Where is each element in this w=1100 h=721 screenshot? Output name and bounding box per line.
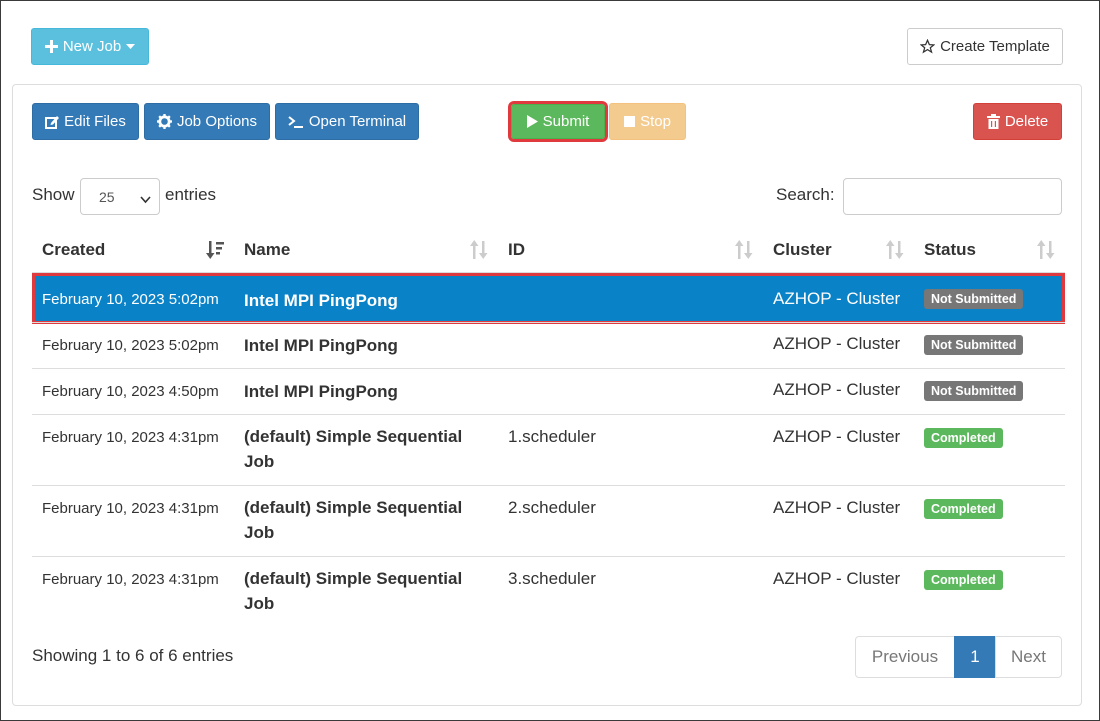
cell-cluster: AZHOP - Cluster xyxy=(773,498,901,517)
stop-label: Stop xyxy=(640,113,671,130)
cell-id: 3.scheduler xyxy=(508,569,596,588)
column-header-status[interactable]: Status xyxy=(924,240,976,260)
new-job-button[interactable]: New Job xyxy=(31,28,149,65)
previous-page-button[interactable]: Previous xyxy=(855,636,955,678)
status-badge: Not Submitted xyxy=(924,381,1024,401)
star-icon xyxy=(920,39,936,54)
cell-status: Not Submitted xyxy=(924,289,1024,309)
table-row[interactable]: February 10, 2023 4:50pm Intel MPI PingP… xyxy=(32,368,1065,414)
column-header-name[interactable]: Name xyxy=(244,240,290,260)
search-input[interactable] xyxy=(843,178,1062,215)
create-template-label: Create Template xyxy=(940,38,1050,55)
chevron-down-icon xyxy=(140,191,151,207)
cell-created: February 10, 2023 4:50pm xyxy=(42,383,219,400)
search-label: Search: xyxy=(776,185,835,204)
gear-icon xyxy=(156,114,172,129)
entries-select[interactable]: 25 xyxy=(80,178,160,215)
cell-status: Completed xyxy=(924,570,1003,590)
entries-select-value: 25 xyxy=(99,188,115,205)
play-icon xyxy=(526,115,538,128)
sort-icon[interactable] xyxy=(886,240,904,265)
next-label: Next xyxy=(1011,647,1046,666)
trash-icon xyxy=(986,114,1000,129)
table-info: Showing 1 to 6 of 6 entries xyxy=(32,646,234,665)
table-row[interactable]: February 10, 2023 4:31pm (default) Simpl… xyxy=(32,485,1065,556)
status-badge: Completed xyxy=(924,570,1003,590)
open-terminal-label: Open Terminal xyxy=(308,113,407,130)
edit-icon xyxy=(45,115,60,129)
cell-created: February 10, 2023 4:31pm xyxy=(42,429,219,446)
cell-cluster: AZHOP - Cluster xyxy=(773,569,901,588)
edit-files-button[interactable]: Edit Files xyxy=(32,103,139,140)
status-badge: Completed xyxy=(924,499,1003,519)
table-row[interactable]: February 10, 2023 4:31pm (default) Simpl… xyxy=(32,414,1065,485)
status-badge: Not Submitted xyxy=(924,335,1024,355)
plus-icon xyxy=(44,40,58,53)
create-template-button[interactable]: Create Template xyxy=(907,28,1063,65)
cell-id: 1.scheduler xyxy=(508,427,596,446)
stop-icon xyxy=(624,116,636,127)
cell-created: February 10, 2023 5:02pm xyxy=(42,337,219,354)
sort-icon[interactable] xyxy=(1037,240,1055,265)
cell-name: Intel MPI PingPong xyxy=(244,336,398,355)
column-header-cluster[interactable]: Cluster xyxy=(773,240,832,260)
table-row[interactable]: February 10, 2023 4:31pm (default) Simpl… xyxy=(32,556,1065,627)
cell-cluster: AZHOP - Cluster xyxy=(773,380,901,399)
page-1-button[interactable]: 1 xyxy=(954,636,996,678)
cell-name: (default) Simple Sequential Job xyxy=(244,427,463,471)
cell-cluster: AZHOP - Cluster xyxy=(773,427,901,446)
cell-name: Intel MPI PingPong xyxy=(244,382,398,401)
cell-name: (default) Simple Sequential Job xyxy=(244,498,463,542)
table-row[interactable]: February 10, 2023 5:02pm Intel MPI PingP… xyxy=(32,322,1065,368)
next-page-button[interactable]: Next xyxy=(995,636,1062,678)
terminal-icon xyxy=(288,115,304,129)
edit-files-label: Edit Files xyxy=(64,113,126,130)
cell-status: Not Submitted xyxy=(924,335,1024,355)
cell-status: Completed xyxy=(924,499,1003,519)
previous-label: Previous xyxy=(871,647,939,666)
column-header-created[interactable]: Created xyxy=(42,240,105,260)
submit-label: Submit xyxy=(542,113,590,130)
stop-button[interactable]: Stop xyxy=(609,103,686,140)
column-header-id[interactable]: ID xyxy=(508,240,525,260)
caret-down-icon xyxy=(126,43,136,50)
delete-label: Delete xyxy=(1004,113,1049,130)
cell-created: February 10, 2023 5:02pm xyxy=(42,291,219,308)
cell-created: February 10, 2023 4:31pm xyxy=(42,500,219,517)
job-options-label: Job Options xyxy=(176,113,258,130)
status-badge: Completed xyxy=(924,428,1003,448)
cell-status: Completed xyxy=(924,428,1003,448)
cell-cluster: AZHOP - Cluster xyxy=(773,289,901,308)
new-job-label: New Job xyxy=(62,38,122,55)
submit-button[interactable]: Submit xyxy=(508,101,608,142)
cell-created: February 10, 2023 4:31pm xyxy=(42,571,219,588)
cell-cluster: AZHOP - Cluster xyxy=(773,334,901,353)
delete-button[interactable]: Delete xyxy=(973,103,1062,140)
sort-desc-icon[interactable] xyxy=(206,240,224,265)
table-row[interactable]: February 10, 2023 5:02pm Intel MPI PingP… xyxy=(32,273,1065,324)
open-terminal-button[interactable]: Open Terminal xyxy=(275,103,419,140)
status-badge: Not Submitted xyxy=(924,289,1024,309)
cell-name: Intel MPI PingPong xyxy=(244,291,398,310)
sort-icon[interactable] xyxy=(470,240,488,265)
cell-name: (default) Simple Sequential Job xyxy=(244,569,463,613)
page-number: 1 xyxy=(970,647,980,666)
show-label: Show xyxy=(32,185,75,204)
entries-label: entries xyxy=(165,185,217,204)
cell-status: Not Submitted xyxy=(924,381,1024,401)
cell-id: 2.scheduler xyxy=(508,498,596,517)
sort-icon[interactable] xyxy=(735,240,753,265)
job-options-button[interactable]: Job Options xyxy=(144,103,270,140)
